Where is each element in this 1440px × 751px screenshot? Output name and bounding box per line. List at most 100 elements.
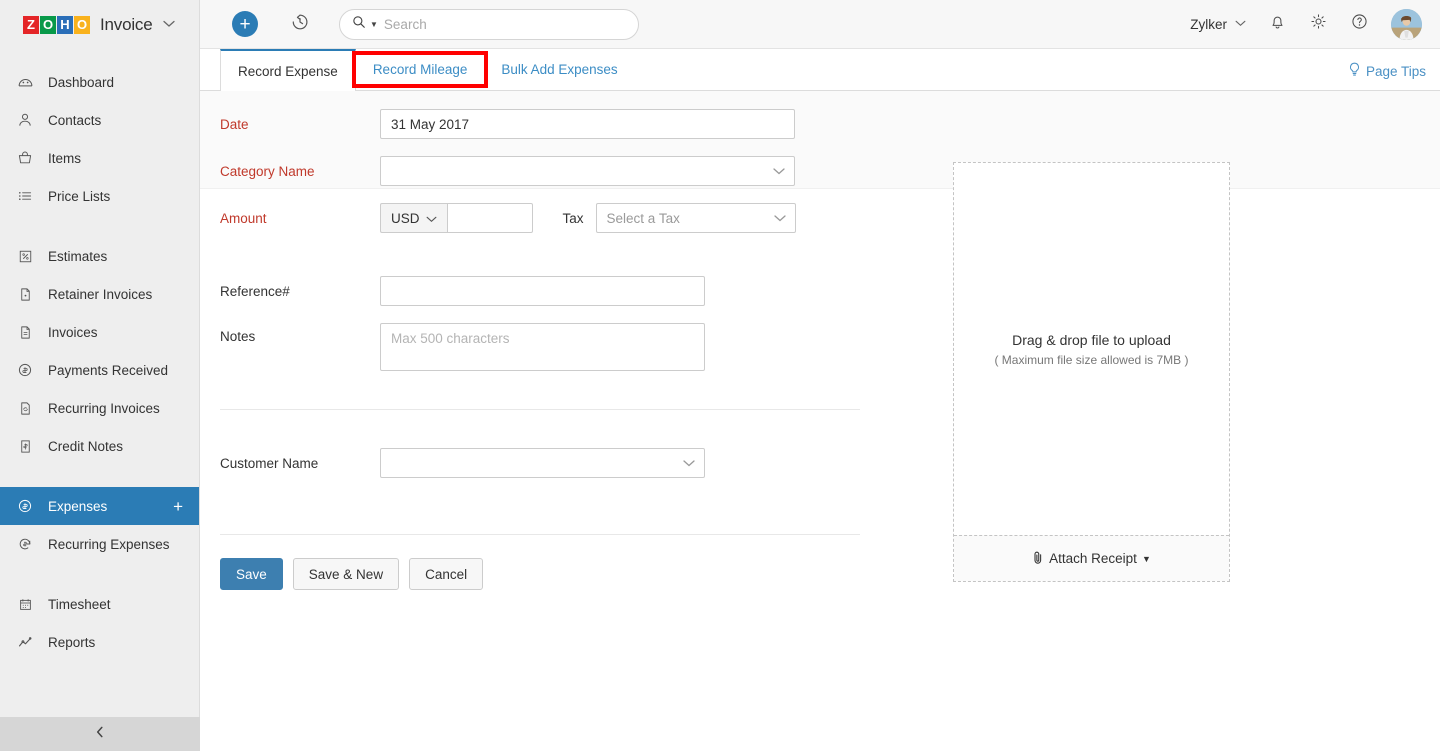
recurring-invoices-icon	[16, 399, 34, 417]
brand-logo[interactable]: Z O H O Invoice	[0, 0, 199, 49]
caret-down-icon: ▼	[1142, 554, 1151, 564]
price-lists-icon	[16, 187, 34, 205]
sidebar-item-reports[interactable]: Reports	[0, 623, 199, 661]
search-icon	[352, 15, 366, 34]
sidebar-item-label: Payments Received	[48, 363, 168, 378]
add-new-button[interactable]: +	[232, 11, 258, 37]
user-avatar[interactable]	[1391, 9, 1422, 40]
payments-received-icon	[16, 361, 34, 379]
sidebar-item-label: Invoices	[48, 325, 98, 340]
form-row-date: Date	[200, 109, 1440, 139]
sidebar-divider-gap-3	[0, 563, 199, 585]
expenses-icon	[16, 497, 34, 515]
sidebar-item-estimates[interactable]: Estimates	[0, 237, 199, 275]
sidebar-item-recurring-invoices[interactable]: Recurring Invoices	[0, 389, 199, 427]
tab-bar: Record Expense Record Mileage Bulk Add E…	[200, 49, 1440, 91]
expense-form: Date Category Name Amount	[200, 109, 1440, 590]
recent-activity-button[interactable]	[290, 12, 310, 37]
amount-input[interactable]	[447, 203, 533, 233]
sidebar-divider-gap-2	[0, 465, 199, 487]
attach-receipt-label: Attach Receipt	[1049, 551, 1137, 566]
category-name-select[interactable]	[380, 156, 795, 186]
tab-record-expense[interactable]: Record Expense	[220, 49, 356, 91]
chevron-down-icon	[426, 211, 437, 226]
sidebar-item-label: Retainer Invoices	[48, 287, 152, 302]
page-tips-label: Page Tips	[1366, 64, 1426, 79]
help-button[interactable]	[1350, 12, 1369, 36]
dropzone-title: Drag & drop file to upload	[1012, 332, 1171, 348]
content-area: Date Category Name Amount	[200, 91, 1440, 751]
form-section-divider	[220, 409, 860, 410]
receipt-dropzone[interactable]: Drag & drop file to upload ( Maximum fil…	[953, 162, 1230, 582]
invoices-icon	[16, 323, 34, 341]
zoho-letter-z: Z	[23, 16, 39, 34]
tax-select[interactable]: Select a Tax	[596, 203, 796, 233]
dashboard-icon	[16, 73, 34, 91]
retainer-invoices-icon	[16, 285, 34, 303]
gear-icon	[1309, 12, 1328, 36]
sidebar-item-label: Reports	[48, 635, 95, 650]
sidebar-item-label: Items	[48, 151, 81, 166]
search-bar[interactable]: ▼	[339, 9, 639, 40]
tab-label: Record Expense	[238, 64, 338, 79]
sidebar-item-invoices[interactable]: Invoices	[0, 313, 199, 351]
sidebar-item-label: Credit Notes	[48, 439, 123, 454]
form-footer-divider	[220, 534, 860, 535]
sidebar-item-dashboard[interactable]: Dashboard	[0, 63, 199, 101]
zoho-letter-h: H	[57, 16, 73, 34]
sidebar-item-items[interactable]: Items	[0, 139, 199, 177]
tax-label: Tax	[563, 211, 584, 226]
timesheet-icon	[16, 595, 34, 613]
add-expense-plus-icon[interactable]: +	[173, 498, 183, 515]
notifications-button[interactable]	[1268, 12, 1287, 36]
chevron-down-icon	[773, 164, 785, 179]
sidebar-item-label: Estimates	[48, 249, 107, 264]
brand-chevron-down-icon[interactable]	[163, 19, 175, 31]
reference-input[interactable]	[380, 276, 705, 306]
settings-button[interactable]	[1309, 12, 1328, 36]
plus-icon: +	[239, 15, 250, 34]
tax-value: Select a Tax	[607, 211, 680, 226]
sidebar-item-payments-received[interactable]: Payments Received	[0, 351, 199, 389]
notes-label: Notes	[200, 329, 380, 344]
sidebar-item-retainer-invoices[interactable]: Retainer Invoices	[0, 275, 199, 313]
notes-textarea[interactable]	[380, 323, 705, 371]
customer-name-select[interactable]	[380, 448, 705, 478]
tab-label: Record Mileage	[373, 62, 468, 77]
sidebar-item-expenses[interactable]: Expenses +	[0, 487, 199, 525]
search-input[interactable]	[384, 17, 626, 32]
save-and-new-button[interactable]: Save & New	[293, 558, 399, 590]
organization-switcher[interactable]: Zylker	[1190, 17, 1246, 32]
lightbulb-icon	[1348, 62, 1361, 80]
sidebar-item-label: Recurring Invoices	[48, 401, 160, 416]
date-label: Date	[200, 117, 380, 132]
app-root: Z O H O Invoice Dashboard Contac	[0, 0, 1440, 751]
save-button[interactable]: Save	[220, 558, 283, 590]
sidebar-item-contacts[interactable]: Contacts	[0, 101, 199, 139]
zoho-letter-o2: O	[74, 16, 90, 34]
sidebar-nav: Dashboard Contacts Items Price Lists	[0, 49, 199, 661]
main-area: + ▼ Zylker	[200, 0, 1440, 751]
organization-name: Zylker	[1190, 17, 1227, 32]
sidebar-item-recurring-expenses[interactable]: Recurring Expenses	[0, 525, 199, 563]
search-scope-caret-down-icon[interactable]: ▼	[370, 20, 378, 29]
tab-record-mileage[interactable]: Record Mileage	[356, 49, 485, 90]
sidebar-item-label: Recurring Expenses	[48, 537, 170, 552]
sidebar-item-label: Expenses	[48, 499, 107, 514]
currency-select[interactable]: USD	[380, 203, 447, 233]
sidebar-collapse-button[interactable]	[0, 717, 200, 751]
chevron-left-icon	[94, 725, 106, 743]
sidebar-item-timesheet[interactable]: Timesheet	[0, 585, 199, 623]
sidebar-item-label: Contacts	[48, 113, 101, 128]
cancel-button[interactable]: Cancel	[409, 558, 483, 590]
sidebar-item-credit-notes[interactable]: Credit Notes	[0, 427, 199, 465]
attach-receipt-button[interactable]: Attach Receipt ▼	[954, 535, 1229, 581]
category-name-label: Category Name	[200, 164, 380, 179]
paperclip-icon	[1032, 550, 1044, 568]
sidebar-item-price-lists[interactable]: Price Lists	[0, 177, 199, 215]
tab-bulk-add-expenses[interactable]: Bulk Add Expenses	[484, 49, 634, 90]
form-row-reference: Reference#	[200, 276, 1440, 306]
page-tips-button[interactable]: Page Tips	[1348, 62, 1426, 80]
dropzone-body: Drag & drop file to upload ( Maximum fil…	[954, 163, 1229, 535]
date-input[interactable]	[380, 109, 795, 139]
